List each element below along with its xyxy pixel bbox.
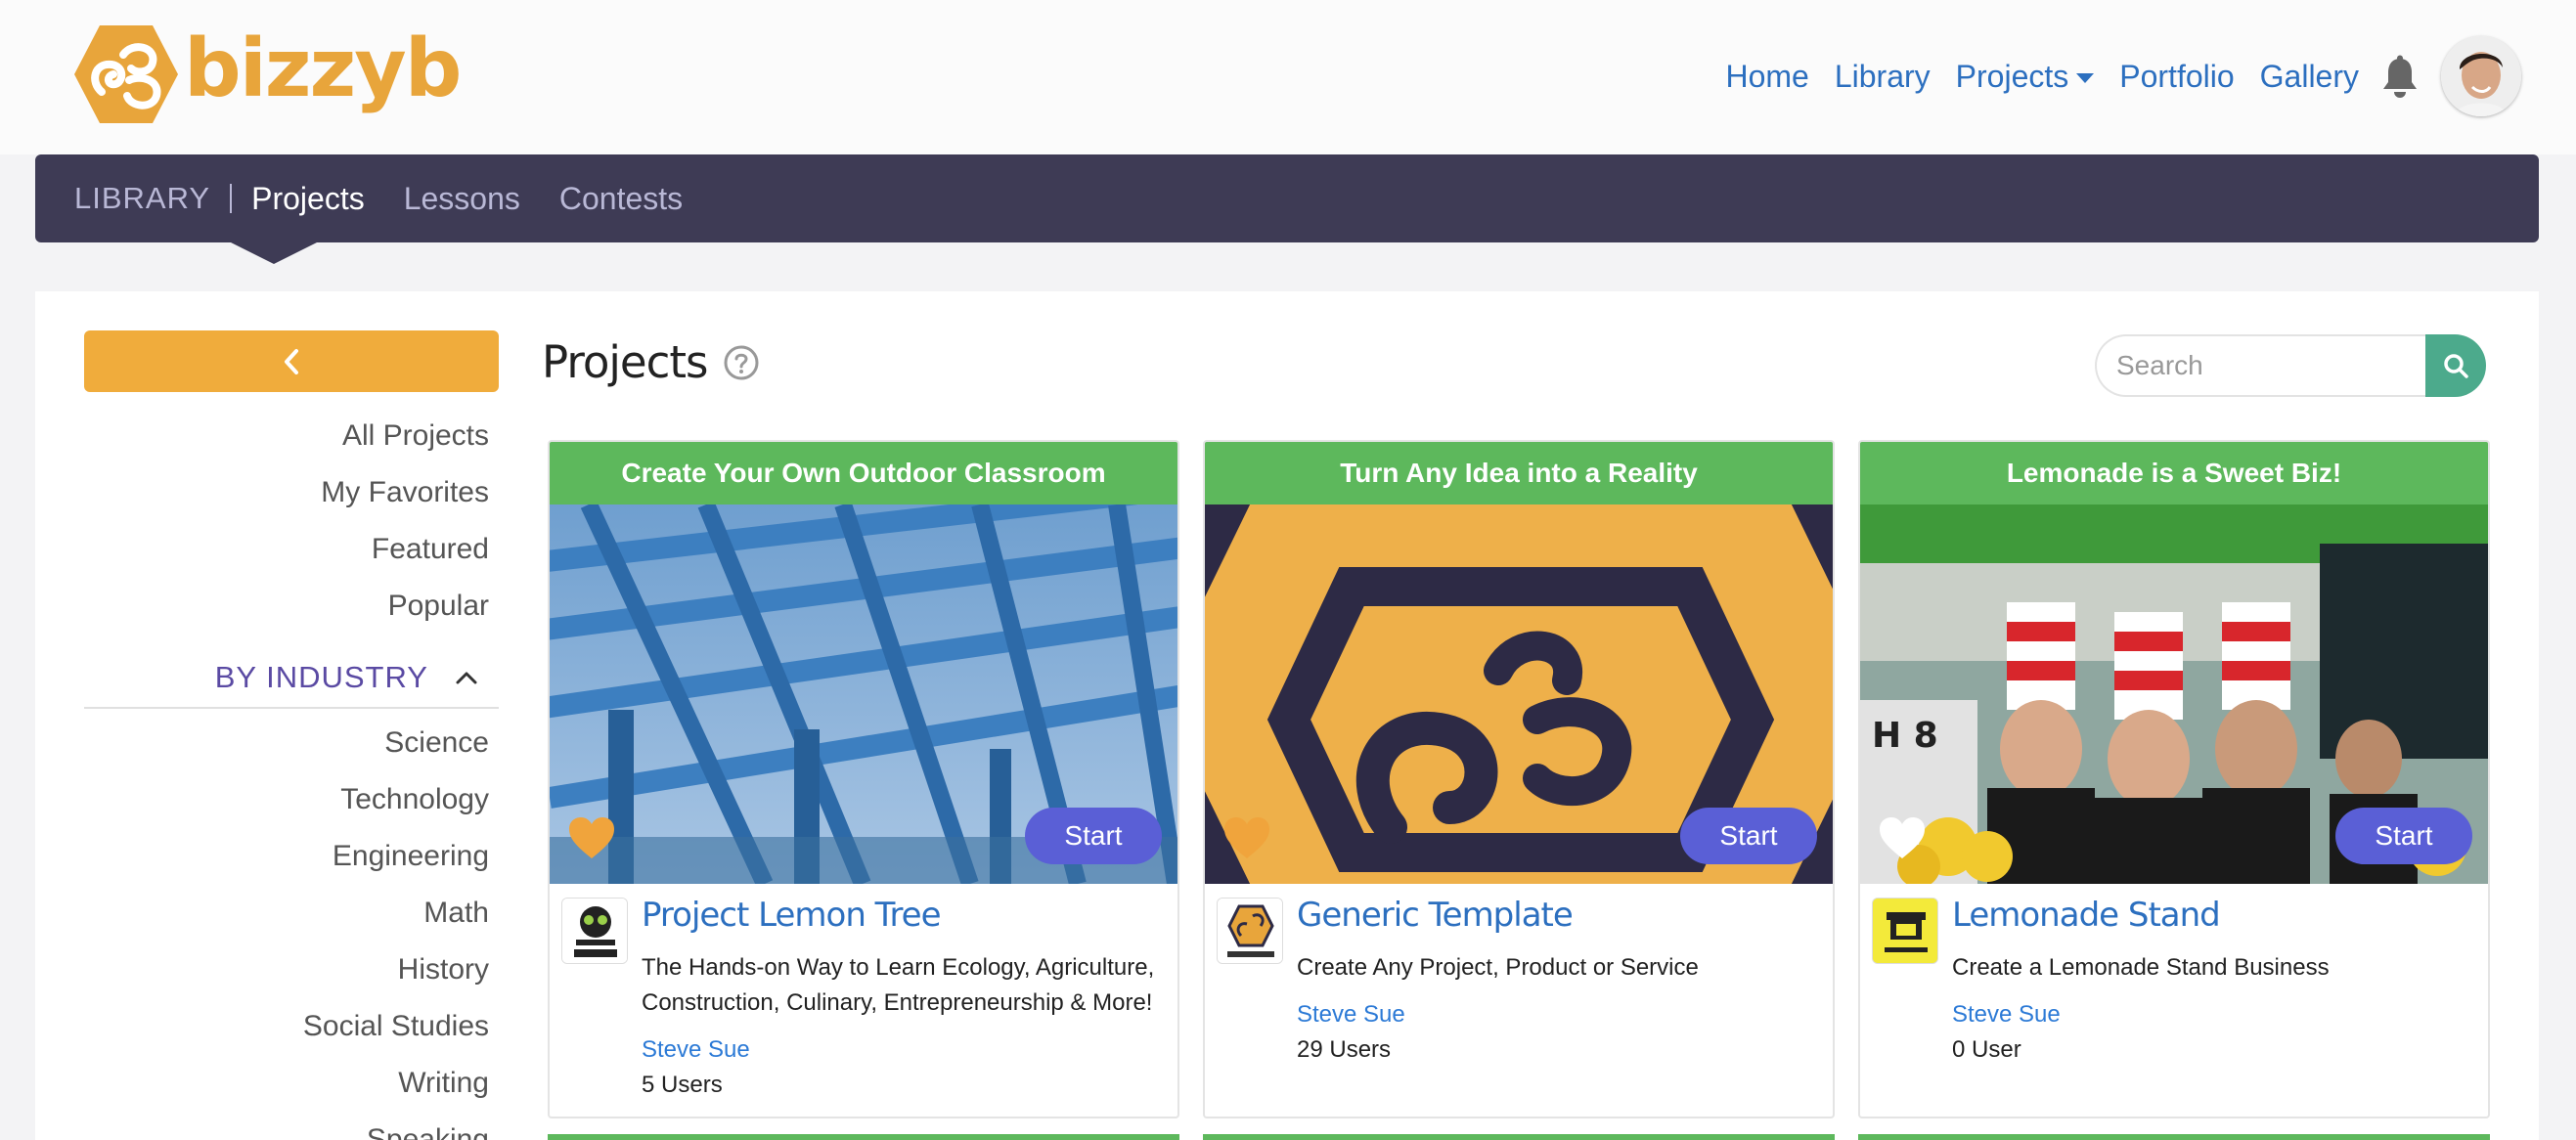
active-tab-pointer — [231, 242, 317, 264]
project-card[interactable]: Turn Any Idea into a Reality Start Gener… — [1203, 440, 1835, 1118]
industry-writing[interactable]: Writing — [84, 1055, 499, 1112]
search-box — [2095, 334, 2486, 397]
brand-logo[interactable]: bizzyb — [72, 22, 462, 125]
industry-toggle[interactable]: BY INDUSTRY — [84, 648, 499, 709]
brand-name: bizzyb — [184, 22, 462, 115]
section-label: LIBRARY — [74, 181, 211, 215]
start-button[interactable]: Start — [1025, 808, 1162, 864]
favorite-heart-icon[interactable] — [567, 815, 616, 860]
card-image[interactable]: Start — [550, 504, 1177, 884]
main-panel: All Projects My Favorites Featured Popul… — [35, 291, 2539, 1140]
card-description: Create Any Project, Product or Service — [1297, 954, 1699, 981]
card-header: Create Your Own Outdoor Classroom — [550, 442, 1177, 504]
industry-engineering[interactable]: Engineering — [84, 828, 499, 885]
search-input[interactable] — [2095, 334, 2425, 397]
card-body: Project Lemon Tree The Hands-on Way to L… — [550, 884, 1177, 1117]
tab-contests[interactable]: Contests — [559, 181, 683, 217]
filter-popular[interactable]: Popular — [84, 578, 499, 635]
bell-icon[interactable] — [2380, 55, 2420, 98]
card-description: The Hands-on Way to Learn Ecology, Agric… — [642, 954, 1155, 1016]
search-button[interactable] — [2425, 334, 2486, 397]
user-avatar[interactable] — [2441, 36, 2521, 116]
tab-projects[interactable]: Projects — [251, 181, 365, 217]
card-image[interactable]: Start — [1205, 504, 1833, 884]
question-circle-icon[interactable] — [723, 344, 760, 381]
collapse-sidebar-button[interactable] — [84, 330, 499, 392]
nav-gallery[interactable]: Gallery — [2260, 59, 2359, 95]
card-author[interactable]: Steve Sue — [1297, 1001, 1405, 1029]
project-logo — [561, 898, 628, 964]
filter-my-favorites[interactable]: My Favorites — [84, 464, 499, 521]
card-author[interactable]: Steve Sue — [1952, 1001, 2061, 1029]
nav-portfolio[interactable]: Portfolio — [2119, 59, 2234, 95]
start-button[interactable]: Start — [2335, 808, 2472, 864]
industry-speaking[interactable]: Speaking — [84, 1112, 499, 1140]
card-user-count: 5 Users — [642, 1072, 723, 1098]
card-body: Lemonade Stand Create a Lemonade Stand B… — [1860, 884, 2488, 1117]
card-header: Lemonade is a Sweet Biz! — [1860, 442, 2488, 504]
filter-list: All Projects My Favorites Featured Popul… — [84, 408, 499, 635]
card-title[interactable]: Lemonade Stand — [1952, 896, 2221, 935]
card-title[interactable]: Generic Template — [1297, 896, 1574, 935]
industry-history[interactable]: History — [84, 942, 499, 998]
next-card-header-strip — [1203, 1134, 1835, 1140]
card-user-count: 29 Users — [1297, 1036, 1392, 1063]
nav-projects-dropdown[interactable]: Projects — [1956, 59, 2095, 95]
page-title: Projects — [542, 336, 708, 388]
nav-library[interactable]: Library — [1835, 59, 1931, 95]
chevron-left-icon — [285, 348, 298, 374]
top-nav: Home Library Projects Portfolio Gallery — [1700, 33, 2521, 119]
tab-lessons[interactable]: Lessons — [404, 181, 520, 217]
page-title-row: Projects — [542, 336, 760, 388]
card-image[interactable]: H 8 Start — [1860, 504, 2488, 884]
project-logo — [1217, 898, 1283, 964]
favorite-heart-icon[interactable] — [1222, 815, 1271, 860]
next-card-header-strip — [548, 1134, 1179, 1140]
card-user-count: 0 User — [1952, 1036, 2021, 1063]
nav-projects-label: Projects — [1955, 58, 2069, 94]
start-button[interactable]: Start — [1680, 808, 1817, 864]
card-author[interactable]: Steve Sue — [642, 1036, 750, 1064]
filter-all-projects[interactable]: All Projects — [84, 408, 499, 464]
industry-list: Science Technology Engineering Math Hist… — [84, 715, 499, 1140]
sidebar: All Projects My Favorites Featured Popul… — [84, 330, 499, 1140]
svg-text:H 8: H 8 — [1872, 716, 1938, 756]
industry-science[interactable]: Science — [84, 715, 499, 771]
library-subnav: LIBRARY Projects Lessons Contests — [35, 154, 2539, 242]
card-description: Create a Lemonade Stand Business — [1952, 954, 2330, 981]
next-card-header-strip — [1858, 1134, 2490, 1140]
bizzyb-hexagon-icon — [74, 25, 178, 123]
industry-technology[interactable]: Technology — [84, 771, 499, 828]
caret-down-icon — [2076, 73, 2095, 84]
search-icon — [2444, 354, 2468, 378]
card-body: Generic Template Create Any Project, Pro… — [1205, 884, 1833, 1117]
card-title[interactable]: Project Lemon Tree — [642, 896, 942, 935]
project-card[interactable]: Create Your Own Outdoor Classroom Start … — [548, 440, 1179, 1118]
top-header: bizzyb Home Library Projects Portfolio G… — [0, 0, 2576, 154]
project-logo — [1872, 898, 1938, 964]
industry-heading: BY INDUSTRY — [214, 660, 428, 694]
divider — [230, 184, 233, 213]
project-card[interactable]: Lemonade is a Sweet Biz! H 8 Start Lemon… — [1858, 440, 2490, 1118]
industry-math[interactable]: Math — [84, 885, 499, 942]
favorite-heart-icon[interactable] — [1878, 815, 1927, 860]
card-header: Turn Any Idea into a Reality — [1205, 442, 1833, 504]
chevron-up-icon — [456, 672, 477, 684]
nav-home[interactable]: Home — [1725, 59, 1808, 95]
industry-social-studies[interactable]: Social Studies — [84, 998, 499, 1055]
filter-featured[interactable]: Featured — [84, 521, 499, 578]
